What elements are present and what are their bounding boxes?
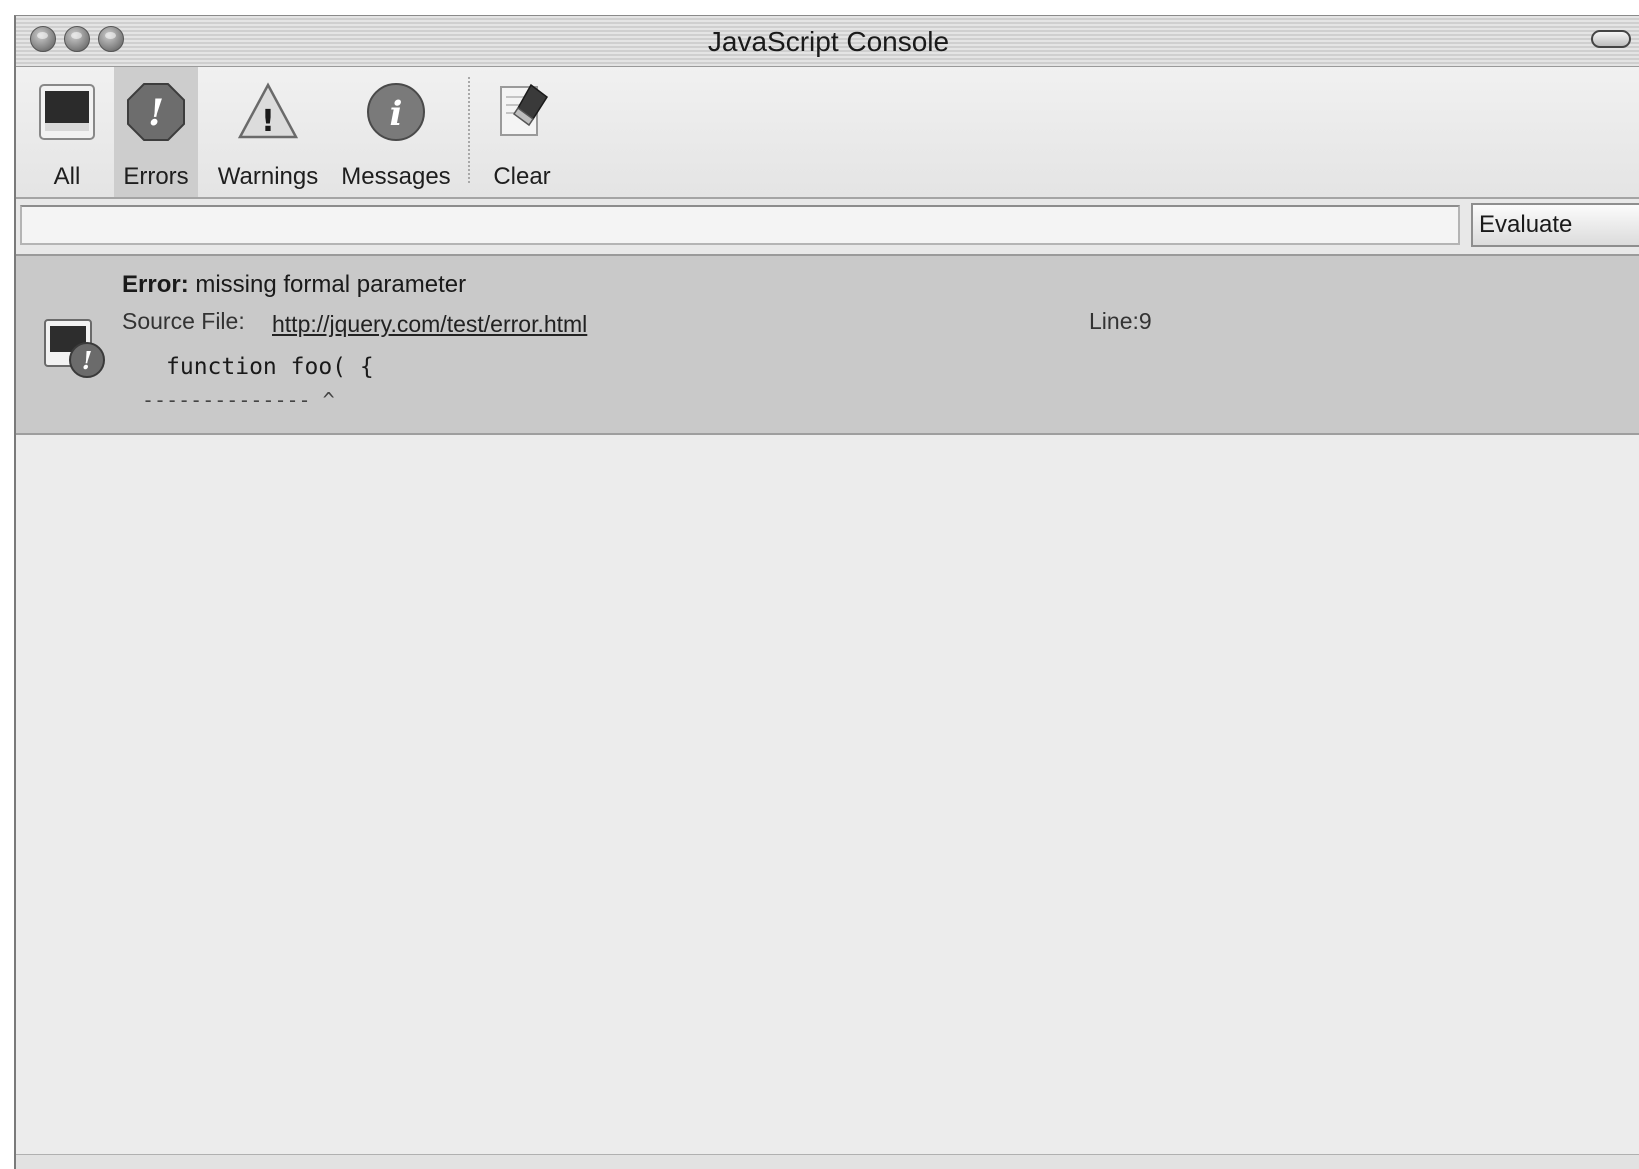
clear-eraser-icon — [500, 83, 549, 136]
filter-warnings-label: Warnings — [217, 163, 319, 190]
source-file-label: Source File: — [122, 308, 245, 334]
info-icon: i — [367, 83, 425, 141]
svg-text:!: ! — [148, 92, 164, 134]
clear-label: Clear — [493, 163, 551, 190]
error-message: missing formal parameter — [195, 271, 467, 298]
title-bar: JavaScript Console — [16, 16, 1639, 67]
filter-all-button[interactable]: All — [36, 67, 98, 197]
evaluate-button[interactable]: Evaluate — [1471, 203, 1639, 247]
error-message-line: Error: missing formal parameter — [122, 271, 466, 299]
evaluate-input[interactable] — [20, 205, 1460, 245]
clear-button[interactable]: Clear — [484, 67, 560, 197]
error-entry-icon: ! — [44, 319, 105, 378]
toolbar-separator — [468, 77, 470, 183]
filter-errors-label: Errors — [123, 163, 189, 190]
svg-text:!: ! — [261, 104, 275, 139]
line-number: Line:9 — [1089, 308, 1152, 334]
window-title: JavaScript Console — [707, 26, 950, 57]
filter-messages-label: Messages — [341, 163, 451, 190]
filter-errors-button[interactable]: ! Errors — [114, 67, 198, 197]
error-prefix: Error: — [122, 271, 189, 298]
error-source-code: function foo( { — [166, 354, 374, 380]
svg-text:!: ! — [82, 346, 93, 375]
error-position-pointer: -------------- ^ — [142, 388, 335, 412]
all-console-icon — [39, 84, 95, 140]
filter-warnings-button[interactable]: ! Warnings — [212, 67, 324, 197]
error-icon: ! — [127, 83, 185, 141]
filter-all-label: All — [53, 163, 81, 190]
warning-triangle-icon: ! — [237, 82, 299, 139]
toolbar-toggle-button[interactable] — [1591, 30, 1631, 48]
console-window: JavaScript Console All ! Errors ! Warnin — [14, 15, 1639, 1169]
evaluate-row: Evaluate — [16, 199, 1639, 256]
bottom-bar — [16, 1154, 1639, 1169]
console-entry[interactable]: ! Error: missing formal parameter Source… — [16, 256, 1639, 435]
svg-text:i: i — [390, 94, 403, 134]
source-file-link[interactable]: http://jquery.com/test/error.html — [272, 311, 587, 338]
toolbar: All ! Errors ! Warnings i Messages Clear — [16, 67, 1639, 199]
filter-messages-button[interactable]: i Messages — [336, 67, 456, 197]
console-message-list[interactable]: ! Error: missing formal parameter Source… — [16, 256, 1639, 1169]
